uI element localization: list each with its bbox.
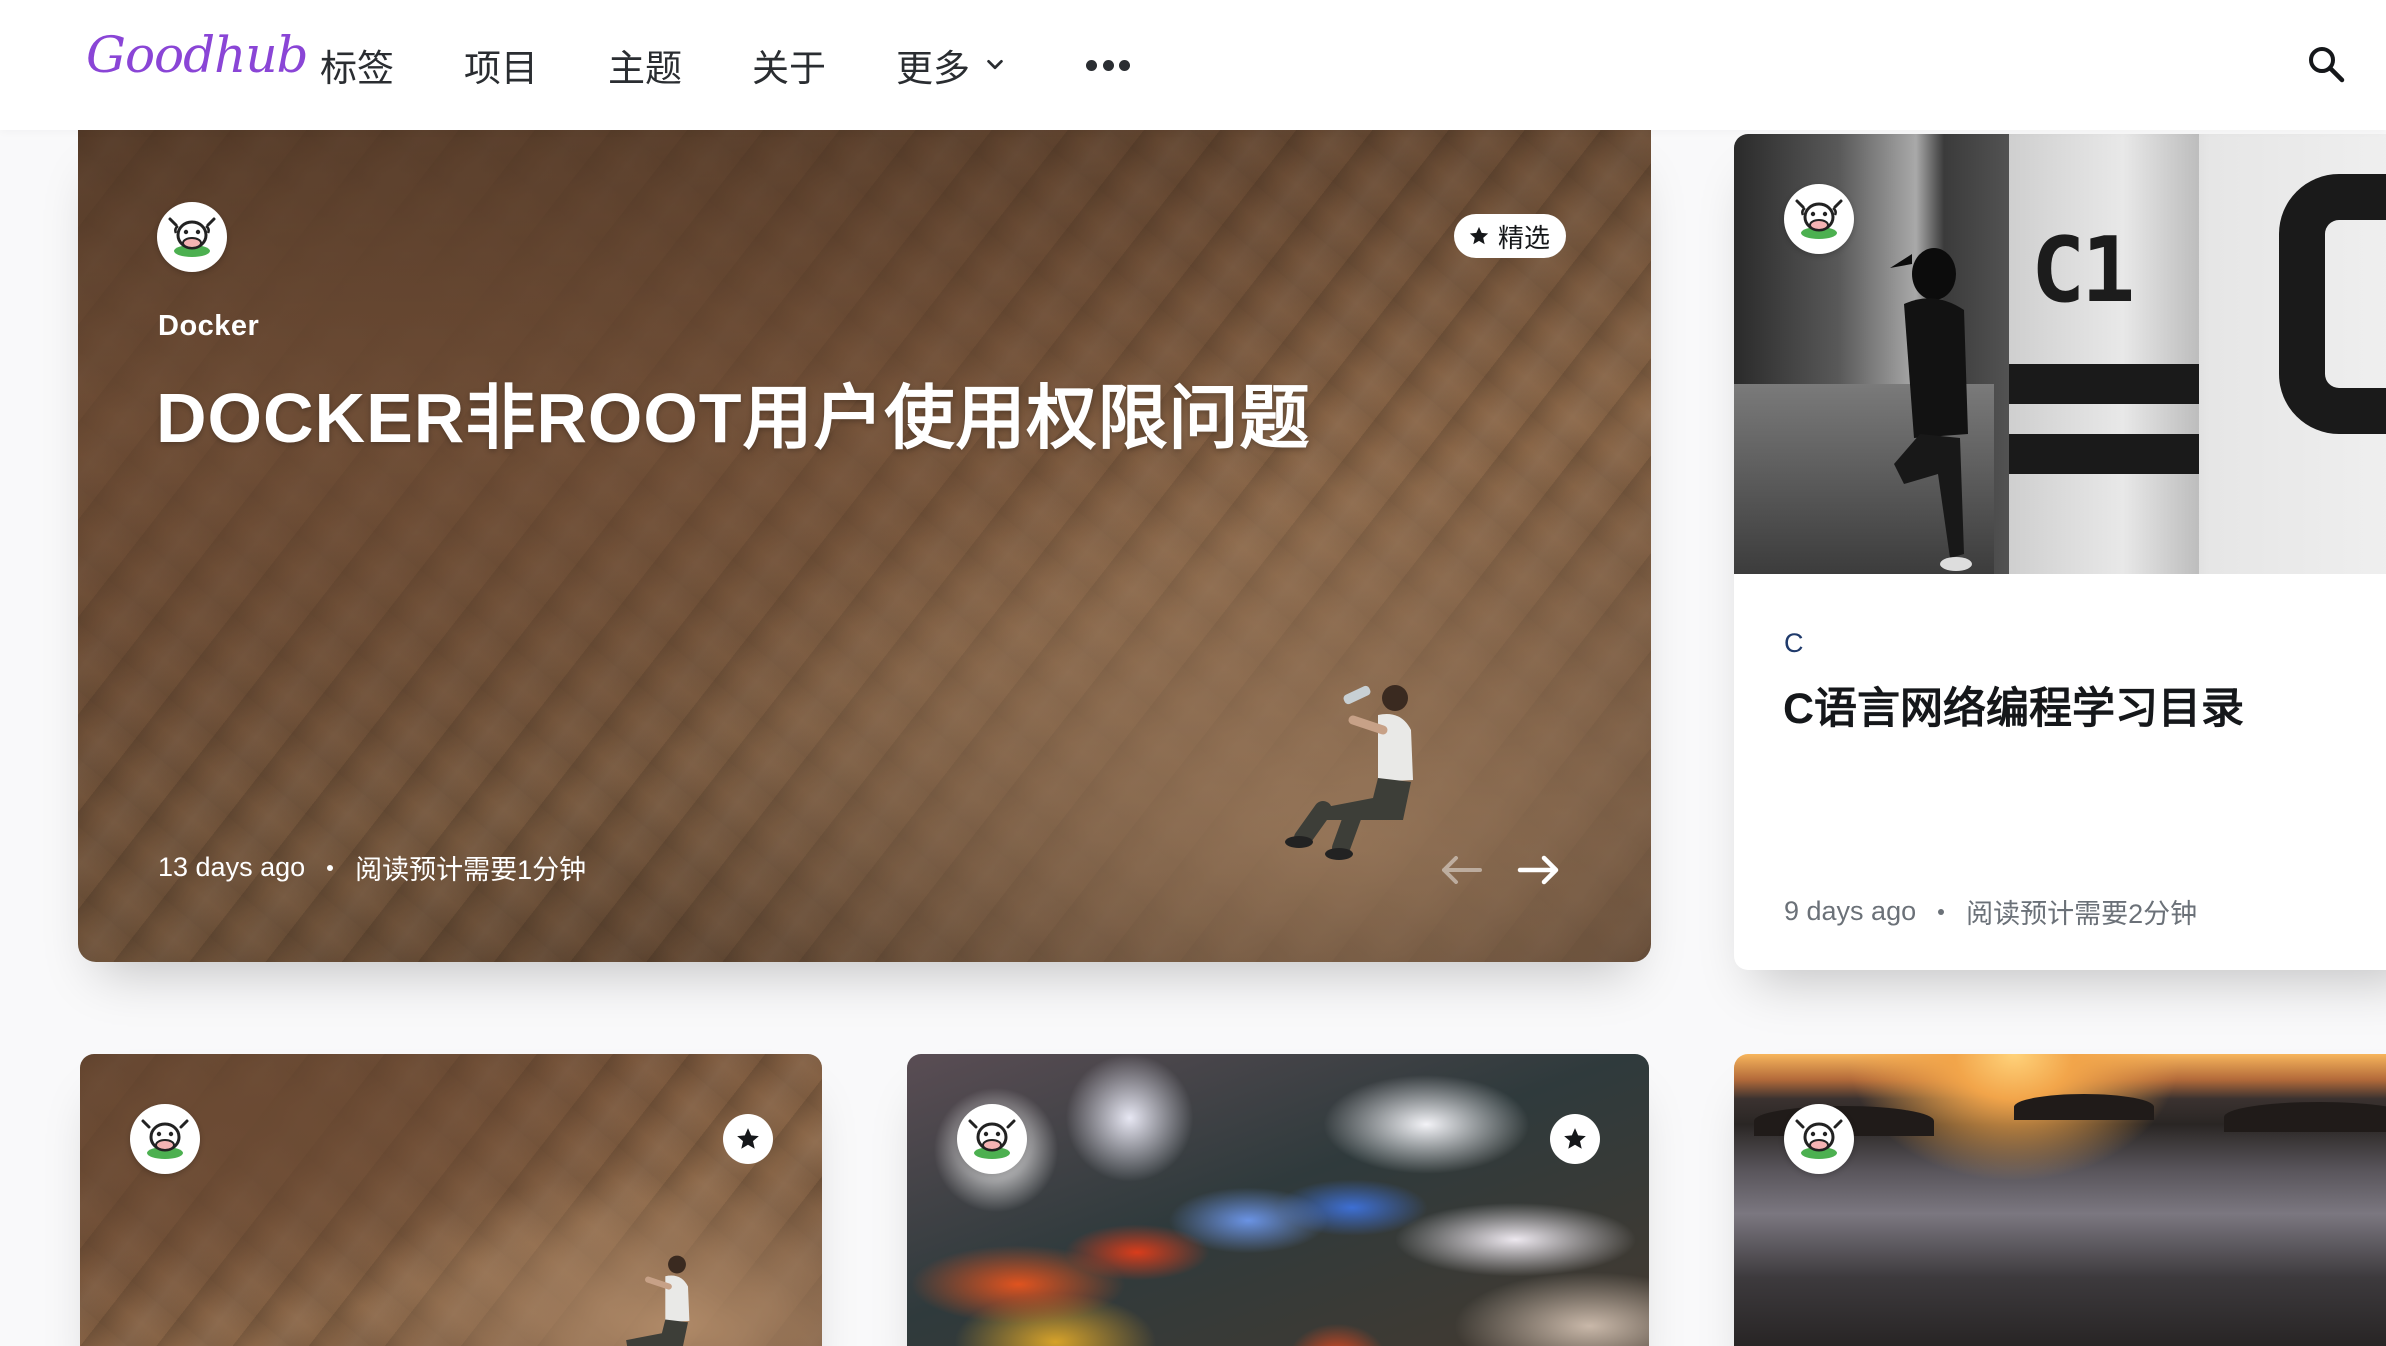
featured-star-badge: [1550, 1114, 1600, 1164]
author-avatar[interactable]: [130, 1104, 200, 1174]
cow-avatar-icon: [168, 217, 216, 257]
person-figure: [1890, 248, 1972, 571]
featured-star-badge: [723, 1114, 773, 1164]
post-card[interactable]: [907, 1054, 1649, 1346]
nav-item-projects[interactable]: 项目: [464, 38, 538, 92]
more-menu-button[interactable]: [1076, 58, 1130, 72]
author-avatar[interactable]: [957, 1104, 1027, 1174]
meta-separator: [327, 864, 334, 871]
nav-item-about[interactable]: 关于: [752, 38, 826, 92]
reading-time: 阅读预计需要1分钟: [355, 855, 587, 885]
pillar-stripe: [2009, 434, 2199, 474]
site-header: Goodhub 标签 项目 主题 关于 更多: [0, 0, 2386, 130]
cow-avatar-icon: [1795, 199, 1843, 239]
hiker-figure: [626, 1255, 690, 1346]
wall-letter: [2279, 174, 2386, 434]
more-icon: [1086, 58, 1130, 72]
author-avatar[interactable]: [157, 202, 227, 272]
star-icon: [1564, 1128, 1586, 1149]
featured-badge-label: 精选: [1498, 222, 1551, 253]
landscape-hill: [2224, 1102, 2386, 1132]
author-avatar[interactable]: [1784, 184, 1854, 254]
post-tag[interactable]: C: [1784, 628, 1805, 659]
nav-item-label: 标签: [320, 48, 394, 89]
main-nav: 标签 项目 主题 关于 更多: [320, 38, 1200, 92]
post-card[interactable]: [1734, 1054, 2386, 1346]
post-title[interactable]: C语言网络编程学习目录: [1783, 674, 2244, 736]
nav-item-more[interactable]: 更多: [896, 38, 1006, 92]
star-icon: [1469, 226, 1489, 245]
nav-item-label: 主题: [608, 48, 682, 89]
cow-avatar-icon: [968, 1119, 1016, 1159]
landscape-hill: [2014, 1094, 2154, 1120]
star-icon: [737, 1128, 759, 1149]
search-icon[interactable]: [2306, 44, 2346, 84]
post-card[interactable]: [80, 1054, 822, 1346]
post-title[interactable]: DOCKER非ROOT用户使用权限问题: [156, 362, 1311, 463]
reading-time: 阅读预计需要2分钟: [1966, 899, 2198, 929]
page: Goodhub 标签 项目 主题 关于 更多 精选 Docker DOCKER非…: [0, 0, 2386, 1346]
arrow-right-icon[interactable]: [1516, 850, 1562, 890]
hiker-figure: [1285, 685, 1413, 860]
nav-item-label: 项目: [464, 48, 538, 89]
nav-item-themes[interactable]: 主题: [608, 38, 682, 92]
site-logo[interactable]: Goodhub: [86, 26, 309, 84]
nav-item-tags[interactable]: 标签: [320, 38, 394, 92]
pillar-sign: C1: [2031, 218, 2135, 323]
featured-badge: 精选: [1454, 214, 1567, 258]
arrow-left-icon[interactable]: [1438, 850, 1484, 890]
chevron-down-icon: [987, 59, 1003, 70]
cow-avatar-icon: [141, 1119, 189, 1159]
author-avatar[interactable]: [1784, 1104, 1854, 1174]
nav-item-label: 关于: [752, 48, 826, 89]
parking-pillar: C1: [2009, 134, 2199, 574]
post-tag[interactable]: Docker: [158, 310, 259, 343]
post-card[interactable]: C1 C C语言网络编程学习目录 9 days ago 阅读预计需要2分钟: [1734, 134, 2386, 970]
cow-avatar-icon: [1795, 1119, 1843, 1159]
post-meta: 13 days ago 阅读预计需要1分钟: [158, 848, 586, 887]
nav-item-label: 更多: [896, 48, 970, 89]
meta-separator: [1938, 908, 1945, 915]
pillar-stripe: [2009, 364, 2199, 404]
post-date: 13 days ago: [158, 852, 306, 882]
post-meta: 9 days ago 阅读预计需要2分钟: [1784, 892, 2197, 931]
featured-post-card[interactable]: 精选 Docker DOCKER非ROOT用户使用权限问题 13 days ag…: [78, 130, 1651, 962]
post-date: 9 days ago: [1784, 896, 1917, 926]
